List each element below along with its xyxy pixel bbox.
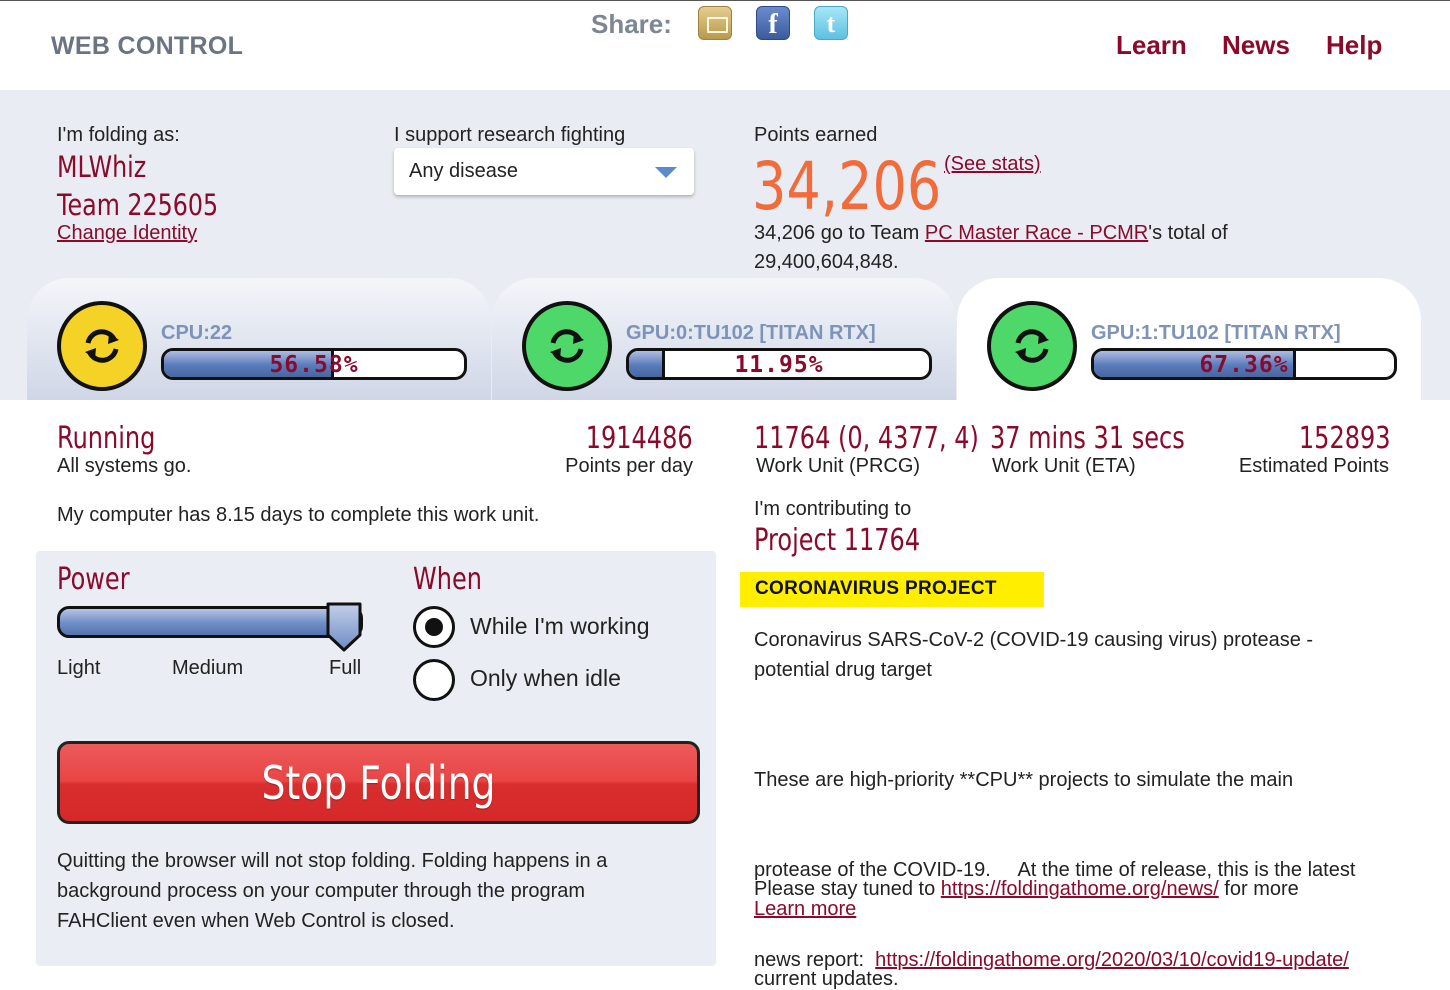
ppd-value: 1914486 [586, 421, 693, 456]
nav-news[interactable]: News [1222, 30, 1290, 61]
power-light[interactable]: Light [57, 657, 100, 680]
user-name: MLWhiz [57, 150, 147, 184]
stop-folding-button[interactable]: Stop Folding [57, 741, 700, 824]
browser-note: Quitting the browser will not stop foldi… [57, 850, 608, 932]
email-icon[interactable] [698, 6, 732, 40]
prcg-value: 11764 (0, 4377, 4) [754, 421, 979, 456]
eta-label: Work Unit (ETA) [992, 455, 1136, 477]
change-identity-link[interactable]: Change Identity [57, 222, 197, 245]
slot-progress-bar: 67.36% [1091, 348, 1397, 380]
folding-as-label: I'm folding as: [57, 124, 180, 146]
sync-icon [987, 301, 1077, 391]
slot-progress-text: 56.58% [269, 352, 359, 378]
power-title: Power [57, 562, 130, 597]
slot-progress-text: 67.36% [1199, 352, 1289, 378]
slot-status: Running [57, 421, 156, 456]
project-description: Coronavirus SARS-CoV-2 (COVID-19 causing… [754, 629, 1314, 681]
slot-progress-text: 11.95% [734, 352, 824, 378]
facebook-icon[interactable]: f [756, 6, 790, 40]
research-label: I support research fighting [394, 124, 626, 146]
power-medium[interactable]: Medium [172, 657, 243, 680]
slot-name: CPU:22 [161, 322, 233, 344]
points-label: Points earned [754, 124, 878, 146]
team-name: Team 225605 [57, 188, 219, 222]
slot-tab-1[interactable]: GPU:0:TU102 [TITAN RTX] 11.95% [492, 278, 956, 400]
project-name: Project 11764 [754, 523, 921, 558]
when-title: When [413, 562, 482, 597]
chevron-down-icon [655, 167, 677, 178]
learn-more-link[interactable]: Learn more [754, 898, 856, 921]
sync-icon [57, 301, 147, 391]
slot-tab-0[interactable]: CPU:22 56.58% [27, 278, 491, 400]
stop-folding-label: Stop Folding [261, 756, 496, 810]
power-slider-thumb[interactable] [325, 601, 363, 653]
project-tag: CORONAVIRUS PROJECT [740, 572, 1044, 607]
disease-select[interactable]: Any disease [394, 148, 694, 195]
share-label: Share: [591, 9, 672, 39]
slot-progress-bar: 56.58% [161, 348, 467, 380]
power-full[interactable]: Full [329, 657, 361, 680]
days-remaining: My computer has 8.15 days to complete th… [57, 504, 540, 526]
nav-help[interactable]: Help [1326, 30, 1382, 61]
nav-learn[interactable]: Learn [1116, 30, 1187, 61]
slot-tab-2[interactable]: GPU:1:TU102 [TITAN RTX] 67.36% [957, 278, 1421, 400]
prcg-label: Work Unit (PRCG) [756, 455, 921, 477]
brand-title: WEB CONTROL [51, 32, 244, 60]
estimated-points-value: 152893 [1299, 421, 1391, 456]
slot-progress-bar: 11.95% [626, 348, 932, 380]
disease-select-value: Any disease [409, 160, 518, 182]
contributing-label: I'm contributing to [754, 498, 912, 520]
estimated-points-label: Estimated Points [1238, 455, 1389, 477]
see-stats-link[interactable]: (See stats) [944, 153, 1041, 176]
status-message: All systems go. [57, 455, 192, 477]
power-slider[interactable] [57, 606, 363, 638]
radio-only-idle[interactable] [413, 659, 455, 701]
news-link[interactable]: https://foldingathome.org/news/ [941, 878, 1219, 900]
radio-while-working[interactable] [413, 606, 455, 648]
slot-name: GPU:1:TU102 [TITAN RTX] [1091, 322, 1341, 344]
slot-name: GPU:0:TU102 [TITAN RTX] [626, 322, 876, 344]
while-working-label[interactable]: While I'm working [470, 613, 650, 640]
only-idle-label[interactable]: Only when idle [470, 665, 621, 692]
sync-icon [522, 301, 612, 391]
twitter-icon[interactable]: t [814, 6, 848, 40]
points-value: 34,206 [752, 148, 942, 225]
header: WEB CONTROL Share: f t Learn News Help [0, 0, 1450, 90]
team-points-line: 34,206 go to Team PC Master Race - PCMR'… [754, 222, 1228, 244]
eta-value: 37 mins 31 secs [990, 421, 1185, 456]
ppd-label: Points per day [565, 455, 693, 477]
team-total: 29,400,604,848. [754, 251, 899, 273]
team-link[interactable]: PC Master Race - PCMR [925, 222, 1148, 244]
